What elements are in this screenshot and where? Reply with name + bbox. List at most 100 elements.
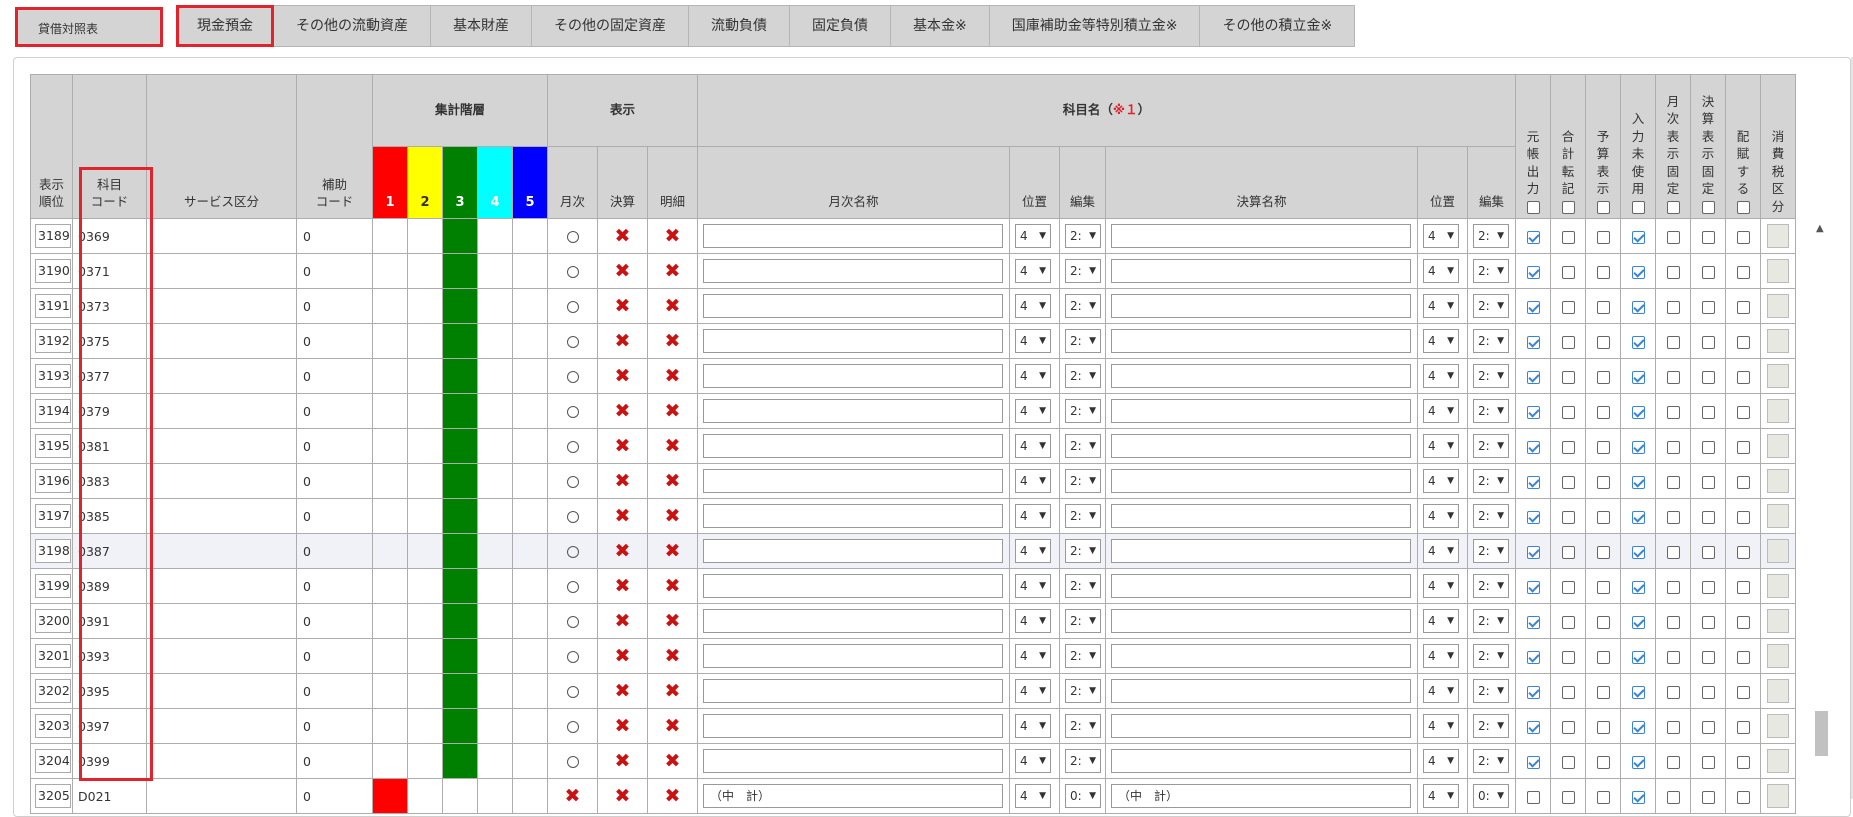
level-2-cell[interactable]: [407, 673, 443, 709]
level-5-cell[interactable]: [512, 288, 548, 324]
settlement-position-select[interactable]: 4 ▼: [1423, 644, 1459, 668]
settlement-position-select[interactable]: 4 ▼: [1423, 224, 1459, 248]
monthly-position-select[interactable]: 4 ▼: [1015, 714, 1051, 738]
level-2-cell[interactable]: [407, 533, 443, 569]
allocate-checkbox[interactable]: [1736, 230, 1750, 244]
tax-category-button[interactable]: [1767, 714, 1789, 738]
tax-category-button[interactable]: [1767, 504, 1789, 528]
level-4-cell[interactable]: [477, 428, 513, 464]
budget-display-checkbox[interactable]: [1596, 440, 1610, 454]
ledger-output-checkbox[interactable]: [1526, 755, 1540, 769]
settlement-name-input[interactable]: [1111, 539, 1411, 563]
ledger-output-checkbox[interactable]: [1526, 370, 1540, 384]
level-5-cell[interactable]: [512, 603, 548, 639]
monthly-display-radio[interactable]: [566, 616, 579, 628]
input-unused-checkbox[interactable]: [1631, 545, 1645, 559]
settlement-off-icon[interactable]: ✖: [615, 260, 631, 282]
tax-category-button[interactable]: [1767, 574, 1789, 598]
budget-display-checkbox[interactable]: [1596, 580, 1610, 594]
allocate-checkbox[interactable]: [1736, 335, 1750, 349]
level-2-cell[interactable]: [407, 568, 443, 604]
monthly-position-select[interactable]: 4 ▼: [1015, 749, 1051, 773]
settlement-position-select[interactable]: 4 ▼: [1423, 504, 1459, 528]
level-3-cell[interactable]: [442, 568, 478, 604]
display-order-input[interactable]: 3191: [35, 294, 71, 318]
total-transfer-checkbox[interactable]: [1561, 230, 1575, 244]
display-order-input[interactable]: 3201: [35, 644, 71, 668]
monthly-position-select[interactable]: 4 ▼: [1015, 539, 1051, 563]
settlement-off-icon[interactable]: ✖: [615, 225, 631, 247]
detail-off-icon[interactable]: ✖: [665, 680, 681, 702]
budget-display-checkbox[interactable]: [1596, 475, 1610, 489]
monthly-fixed-checkbox[interactable]: [1666, 370, 1680, 384]
tax-category-button[interactable]: [1767, 399, 1789, 423]
settlement-position-select[interactable]: 4 ▼: [1423, 364, 1459, 388]
settlement-off-icon[interactable]: ✖: [615, 295, 631, 317]
total-transfer-checkbox[interactable]: [1561, 370, 1575, 384]
tab-basic-fund[interactable]: 基本金※: [891, 5, 990, 47]
level-5-cell[interactable]: [512, 498, 548, 534]
settlement-name-input[interactable]: [1111, 294, 1411, 318]
total-transfer-checkbox[interactable]: [1561, 405, 1575, 419]
level-2-cell[interactable]: [407, 323, 443, 359]
settlement-fixed-checkbox[interactable]: [1701, 440, 1715, 454]
monthly-edit-select[interactable]: 2: ▼: [1065, 644, 1101, 668]
ledger-output-checkbox[interactable]: [1526, 615, 1540, 629]
monthly-name-input[interactable]: [703, 714, 1003, 738]
settlement-fixed-checkbox[interactable]: [1701, 300, 1715, 314]
level-2-cell[interactable]: [407, 638, 443, 674]
settlement-off-icon[interactable]: ✖: [615, 505, 631, 527]
tab-basic-property[interactable]: 基本財産: [431, 5, 532, 47]
level-4-cell[interactable]: [477, 253, 513, 289]
budget-display-checkbox[interactable]: [1596, 615, 1610, 629]
level-5-cell[interactable]: [512, 708, 548, 744]
settlement-name-input[interactable]: [1111, 504, 1411, 528]
settlement-off-icon[interactable]: ✖: [615, 540, 631, 562]
settlement-fixed-checkbox[interactable]: [1701, 685, 1715, 699]
table-scrollbar[interactable]: ▲: [1813, 221, 1830, 756]
monthly-display-radio[interactable]: [566, 756, 579, 768]
settlement-fixed-checkbox[interactable]: [1701, 720, 1715, 734]
level-4-cell[interactable]: [477, 358, 513, 394]
budget-display-checkbox[interactable]: [1596, 720, 1610, 734]
budget-display-checkbox[interactable]: [1596, 230, 1610, 244]
ledger-output-checkbox[interactable]: [1526, 720, 1540, 734]
settlement-edit-select[interactable]: 2: ▼: [1473, 364, 1509, 388]
monthly-display-radio[interactable]: [566, 301, 579, 313]
monthly-display-radio[interactable]: [566, 546, 579, 558]
tax-category-button[interactable]: [1767, 784, 1789, 808]
monthly-off-icon[interactable]: ✖: [565, 785, 581, 807]
allocate-checkbox[interactable]: [1736, 720, 1750, 734]
level-1-cell[interactable]: [372, 568, 408, 604]
level-4-cell[interactable]: [477, 288, 513, 324]
settlement-fixed-checkbox[interactable]: [1701, 580, 1715, 594]
settlement-off-icon[interactable]: ✖: [615, 645, 631, 667]
level-5-cell[interactable]: [512, 463, 548, 499]
scroll-up-icon[interactable]: ▲: [1816, 223, 1824, 234]
display-order-input[interactable]: 3204: [35, 749, 71, 773]
total-transfer-checkbox[interactable]: [1561, 475, 1575, 489]
settlement-name-input[interactable]: [1111, 434, 1411, 458]
detail-off-icon[interactable]: ✖: [665, 260, 681, 282]
display-order-input[interactable]: 3202: [35, 679, 71, 703]
budget-display-checkbox[interactable]: [1596, 790, 1610, 804]
level-1-cell[interactable]: [372, 218, 408, 254]
monthly-position-select[interactable]: 4 ▼: [1015, 259, 1051, 283]
settlement-position-select[interactable]: 4 ▼: [1423, 539, 1459, 563]
level-2-cell[interactable]: [407, 428, 443, 464]
total-transfer-checkbox[interactable]: [1561, 720, 1575, 734]
monthly-display-radio[interactable]: [566, 406, 579, 418]
allocate-checkbox[interactable]: [1736, 615, 1750, 629]
input-unused-checkbox[interactable]: [1631, 335, 1645, 349]
level-5-cell[interactable]: [512, 568, 548, 604]
tax-category-button[interactable]: [1767, 259, 1789, 283]
settlement-position-select[interactable]: 4 ▼: [1423, 294, 1459, 318]
settlement-edit-select[interactable]: 2: ▼: [1473, 329, 1509, 353]
monthly-position-select[interactable]: 4 ▼: [1015, 329, 1051, 353]
level-3-cell[interactable]: [442, 323, 478, 359]
input-unused-checkbox[interactable]: [1631, 685, 1645, 699]
level-5-cell[interactable]: [512, 673, 548, 709]
display-order-input[interactable]: 3196: [35, 469, 71, 493]
total-transfer-checkbox[interactable]: [1561, 265, 1575, 279]
level-5-cell[interactable]: [512, 428, 548, 464]
